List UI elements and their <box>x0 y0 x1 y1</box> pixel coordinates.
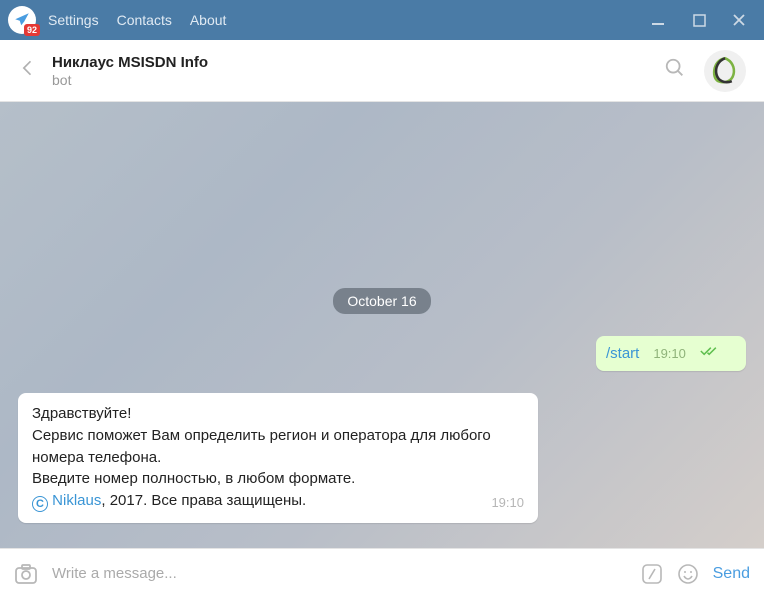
window-controls <box>650 11 756 29</box>
slash-icon <box>641 563 663 585</box>
compose-bar: Send <box>0 548 764 598</box>
greeting-line: Здравствуйте! <box>32 405 131 422</box>
message-time: 19:10 <box>491 494 524 513</box>
send-button[interactable]: Send <box>713 565 750 583</box>
menu-contacts[interactable]: Contacts <box>117 12 172 28</box>
message-time: 19:10 <box>653 346 686 361</box>
menu-about[interactable]: About <box>190 12 227 28</box>
chat-title: Никлаус MSISDN Info <box>52 54 664 71</box>
read-checks-icon <box>700 344 720 363</box>
avatar[interactable] <box>704 50 746 92</box>
message-incoming[interactable]: Здравствуйте! Сервис поможет Вам определ… <box>18 393 538 523</box>
titlebar: 92 Settings Contacts About <box>0 0 764 40</box>
menu-settings[interactable]: Settings <box>48 12 99 28</box>
maximize-button[interactable] <box>690 11 708 29</box>
message-text: /start <box>606 345 639 362</box>
search-button[interactable] <box>664 57 686 84</box>
message-outgoing[interactable]: /start 19:10 <box>596 336 746 371</box>
back-button[interactable] <box>18 58 38 83</box>
message-input[interactable] <box>52 565 627 582</box>
main-menu: Settings Contacts About <box>48 12 226 28</box>
close-button[interactable] <box>730 11 748 29</box>
emoji-button[interactable] <box>677 563 699 585</box>
minimize-button[interactable] <box>650 11 668 29</box>
search-icon <box>664 57 686 79</box>
desc-line-2: Введите номер полностью, в любом формате… <box>32 470 355 487</box>
chat-header: Никлаус MSISDN Info bot <box>0 40 764 102</box>
message-body: Здравствуйте! Сервис поможет Вам определ… <box>32 403 524 512</box>
desc-line-1: Сервис поможет Вам определить регион и о… <box>32 427 491 466</box>
author-link[interactable]: Niklaus <box>52 492 101 509</box>
attach-button[interactable] <box>14 563 38 585</box>
bot-avatar-icon <box>708 54 742 88</box>
smile-icon <box>677 563 699 585</box>
rights-text: , 2017. Все права защищены. <box>101 492 306 509</box>
command-button[interactable] <box>641 563 663 585</box>
copyright-icon: C <box>32 496 48 512</box>
chat-info[interactable]: Никлаус MSISDN Info bot <box>52 54 664 88</box>
camera-icon <box>14 563 38 585</box>
date-separator: October 16 <box>333 288 430 314</box>
app-icon: 92 <box>8 6 36 34</box>
chat-subtitle: bot <box>52 72 664 88</box>
notification-badge: 92 <box>24 24 40 36</box>
chat-area: October 16 /start 19:10 Здравствуйте! Се… <box>0 102 764 548</box>
